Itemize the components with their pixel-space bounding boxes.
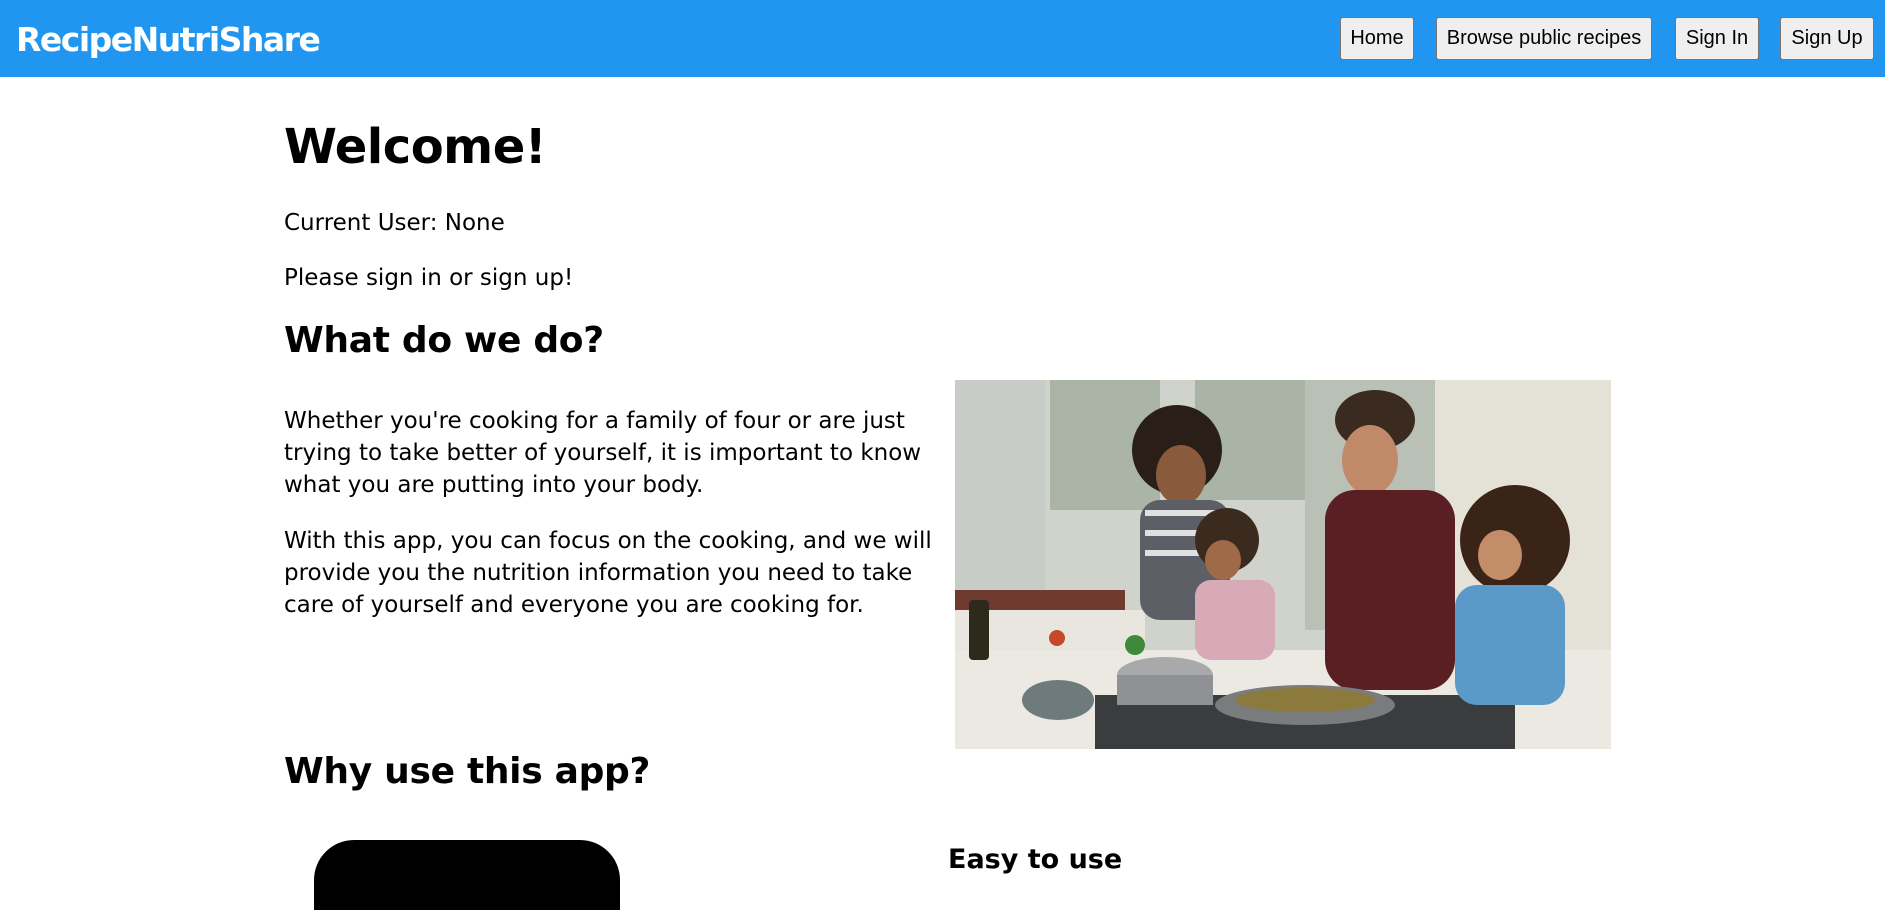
easy-to-use-heading: Easy to use bbox=[948, 844, 1123, 875]
feature-illustration bbox=[314, 840, 620, 910]
current-user-text: Current User: None bbox=[284, 210, 505, 236]
page-title: Welcome! bbox=[284, 119, 547, 175]
signin-prompt-text: Please sign in or sign up! bbox=[284, 265, 574, 291]
navbar: RecipeNutriShare Home Browse public reci… bbox=[0, 0, 1885, 77]
app-description-paragraph: With this app, you can focus on the cook… bbox=[284, 528, 932, 618]
sign-up-button[interactable]: Sign Up bbox=[1780, 17, 1874, 60]
family-cooking-image bbox=[955, 380, 1611, 749]
intro-paragraph: Whether you're cooking for a family of f… bbox=[284, 408, 922, 498]
browse-public-recipes-button[interactable]: Browse public recipes bbox=[1436, 17, 1652, 60]
what-do-we-do-heading: What do we do? bbox=[284, 320, 604, 361]
why-use-this-app-heading: Why use this app? bbox=[284, 751, 651, 792]
brand-logo[interactable]: RecipeNutriShare bbox=[16, 20, 321, 60]
home-button[interactable]: Home bbox=[1340, 17, 1414, 60]
sign-in-button[interactable]: Sign In bbox=[1675, 17, 1759, 60]
